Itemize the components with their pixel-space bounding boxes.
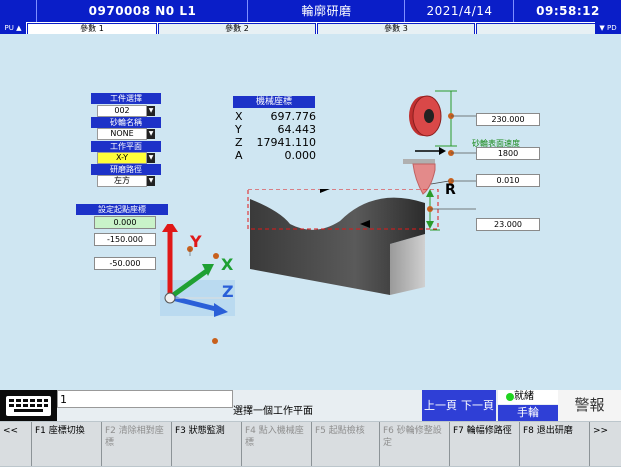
wheel-name-label: 砂輪名稱 xyxy=(91,117,161,128)
prev-page-button[interactable]: 上一頁 xyxy=(422,390,459,421)
wheel-diameter-value[interactable]: 230.000 xyxy=(476,113,540,126)
fkey-f3-status-monitor[interactable]: F3 狀態監測 xyxy=(172,422,242,466)
wheel-name-dropdown-icon[interactable]: ▼ xyxy=(147,129,155,139)
surface-speed-value[interactable]: 1800 xyxy=(476,147,540,160)
status-header: 0970008 N0 L1 輪廓研磨 2021/4/14 09:58:12 xyxy=(0,0,621,22)
fkey-f8-exit-grinding[interactable]: F8 退出研磨 xyxy=(520,422,590,466)
prompt-message: 選擇一個工作平面 xyxy=(233,406,313,417)
page-up-button[interactable]: PU ▲ xyxy=(0,22,26,34)
alarm-button[interactable]: 警報 xyxy=(558,390,621,421)
param-tab-bar: PU ▲ 參數 1 參數 2 參數 3 ▼ PD xyxy=(0,22,621,35)
axis-value-y: 64.443 xyxy=(277,123,317,136)
workpiece-diagram xyxy=(247,189,476,295)
fkey-f7-contour-path[interactable]: F7 輪幅修路徑 xyxy=(450,422,520,466)
message-bar: 1 選擇一個工作平面 上一頁 下一頁 就緒 手輪 警報 xyxy=(0,390,621,421)
fkey-f6-wheel-dressing[interactable]: F6 砂輪修整設定 xyxy=(380,422,450,466)
handwheel-mode-button[interactable]: 手輪 xyxy=(498,405,558,421)
work-plane-label: 工作平面 xyxy=(91,141,161,152)
grind-path-select[interactable]: 左方 xyxy=(97,175,147,187)
fkey-f4-input-machine-coord[interactable]: F4 點入機械座標 xyxy=(242,422,312,466)
fkey-f1-coord-switch[interactable]: F1 座標切換 xyxy=(32,422,102,466)
command-input[interactable]: 1 xyxy=(57,390,233,408)
header-blank xyxy=(0,0,36,22)
date-display: 2021/4/14 xyxy=(404,0,514,22)
ready-status: 就緒 xyxy=(498,390,558,404)
machine-coords-title: 機械座標 xyxy=(233,96,315,108)
axis-value-x: 697.776 xyxy=(270,110,317,123)
function-key-bar: << F1 座標切換 F2 清除相對座標 F3 狀態監測 F4 點入機械座標 F… xyxy=(0,421,621,467)
next-page-button[interactable]: 下一頁 xyxy=(459,390,496,421)
fkey-prev-set[interactable]: << xyxy=(0,422,32,466)
axis-label-y: Y xyxy=(235,123,242,136)
grind-path-label: 研磨路徑 xyxy=(91,164,161,175)
start-coord-y[interactable]: -150.000 xyxy=(94,233,156,246)
radius-value[interactable]: 0.010 xyxy=(476,174,540,187)
axis-z-label: Z xyxy=(222,282,234,301)
start-coord-x[interactable]: 0.000 xyxy=(94,216,156,229)
axis-label-x: X xyxy=(235,110,243,123)
wheel-name-select[interactable]: NONE xyxy=(97,128,147,140)
workpiece-dropdown-icon[interactable]: ▼ xyxy=(147,106,155,116)
axis-y-label: Y xyxy=(190,232,202,251)
keyboard-icon xyxy=(6,396,51,416)
screen-title: 輪廓研磨 xyxy=(247,0,405,22)
keyboard-button[interactable] xyxy=(0,390,57,421)
workpiece-height-value[interactable]: 23.000 xyxy=(476,218,540,231)
start-coord-label: 設定起點座標 xyxy=(76,204,168,215)
time-display: 09:58:12 xyxy=(513,0,621,22)
start-coord-z[interactable]: -50.000 xyxy=(94,257,156,270)
workpiece-select-label: 工件選擇 xyxy=(91,93,161,104)
axis-value-a: 0.000 xyxy=(284,149,317,162)
main-panel: 工件選擇 002 ▼ 砂輪名稱 NONE ▼ 工作平面 X-Y ▼ 研磨路徑 左… xyxy=(0,34,621,388)
axis-label-z: Z xyxy=(235,136,243,149)
fkey-f5-start-check[interactable]: F5 起點檢核 xyxy=(312,422,380,466)
ready-status-text: 就緒 xyxy=(514,391,534,402)
fkey-next-set[interactable]: >> xyxy=(590,422,621,466)
program-number: 0970008 N0 L1 xyxy=(36,0,248,22)
grind-path-dropdown-icon[interactable]: ▼ xyxy=(147,176,155,186)
workpiece-select[interactable]: 002 xyxy=(97,105,147,117)
page-down-button[interactable]: ▼ PD xyxy=(595,22,621,34)
work-plane-select[interactable]: X-Y xyxy=(97,152,147,164)
fkey-f2-clear-relative[interactable]: F2 清除相對座標 xyxy=(102,422,172,466)
axis-value-z: 17941.110 xyxy=(256,136,317,149)
axis-label-a: A xyxy=(235,149,243,162)
work-plane-dropdown-icon[interactable]: ▼ xyxy=(147,153,155,163)
ready-indicator-icon xyxy=(506,393,514,401)
axis-x-label: X xyxy=(221,255,234,274)
